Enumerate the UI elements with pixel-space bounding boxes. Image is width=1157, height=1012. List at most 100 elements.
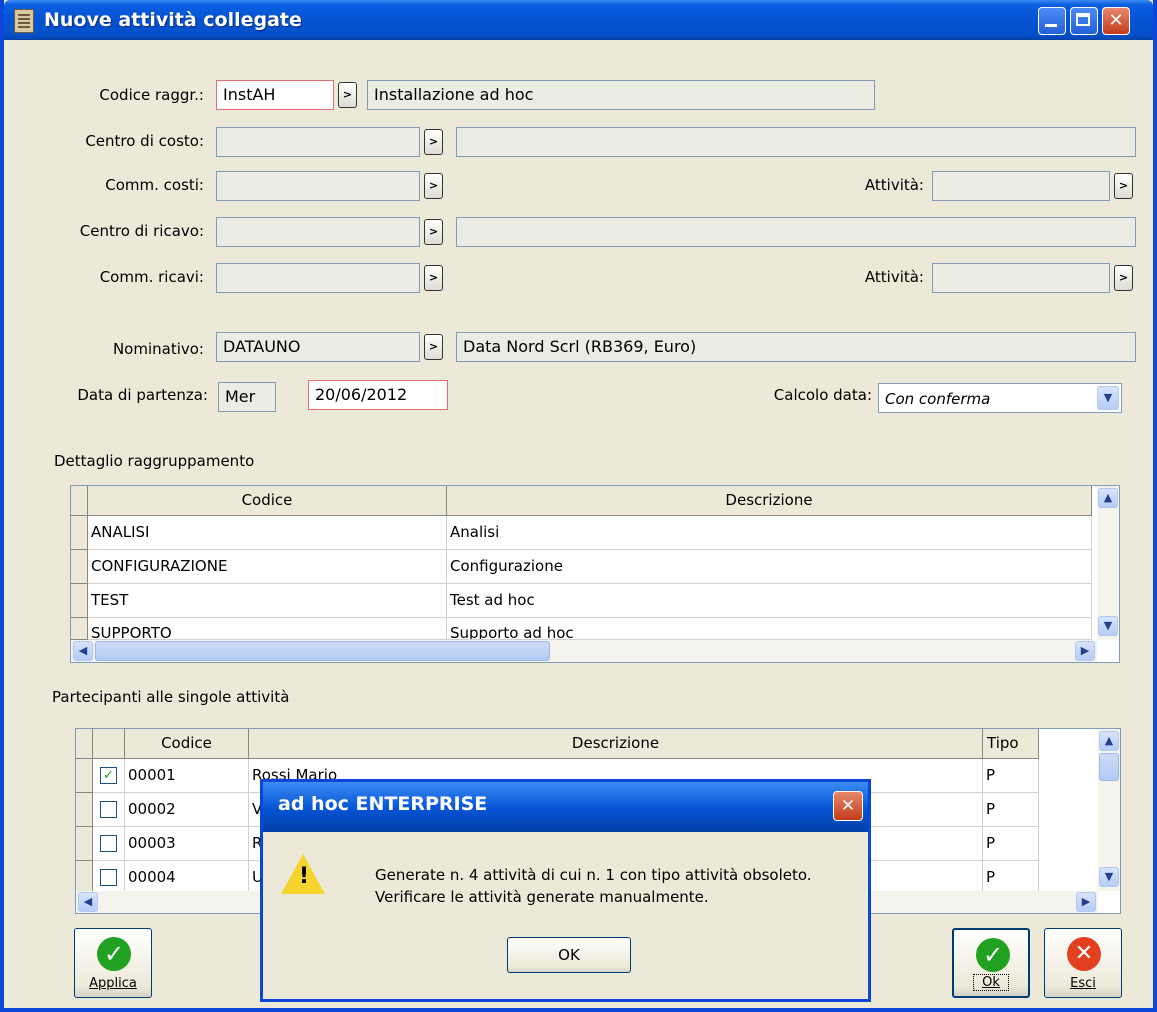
zoom-arrow-icon[interactable]: >	[424, 173, 443, 199]
table-cell[interactable]: 00002	[125, 793, 249, 827]
scroll-up-icon[interactable]: ▲	[1098, 488, 1118, 508]
row-selector[interactable]	[71, 550, 88, 584]
comm-costi-input[interactable]	[216, 171, 420, 201]
row-selector[interactable]	[71, 618, 88, 640]
table-cell[interactable]	[93, 861, 125, 895]
col-header-descrizione[interactable]: Descrizione	[249, 729, 983, 759]
dialog-message-line2: Verificare le attività generate manualme…	[375, 888, 709, 906]
zoom-arrow-icon[interactable]: >	[424, 219, 443, 245]
calcolo-data-label: Calcolo data:	[773, 386, 872, 404]
checkbox[interactable]	[100, 801, 117, 818]
minimize-button[interactable]	[1038, 7, 1066, 35]
table-cell[interactable]: ANALISI	[88, 516, 447, 550]
zoom-arrow-icon[interactable]: >	[1114, 173, 1133, 199]
table-cell[interactable]: P	[983, 861, 1039, 895]
attivita-ricavi-input[interactable]	[932, 263, 1110, 293]
table-cell[interactable]: 00004	[125, 861, 249, 895]
form-icon	[14, 9, 34, 33]
table-cell[interactable]: Test ad hoc	[447, 584, 1092, 618]
dialog-title-bar[interactable]: ad hoc ENTERPRISE ✕	[263, 782, 868, 832]
message-dialog: ad hoc ENTERPRISE ✕ ! Generate n. 4 atti…	[260, 779, 871, 1002]
dialog-title: ad hoc ENTERPRISE	[278, 793, 488, 815]
esci-label: Esci	[1070, 976, 1096, 991]
scroll-thumb[interactable]	[95, 641, 550, 661]
row-selector[interactable]	[76, 793, 93, 827]
centro-ricavo-input[interactable]	[216, 217, 420, 247]
data-partenza-label: Data di partenza:	[77, 386, 208, 404]
col-header-descrizione[interactable]: Descrizione	[447, 486, 1092, 516]
grid-corner	[71, 486, 88, 516]
zoom-arrow-icon[interactable]: >	[424, 334, 443, 360]
scroll-left-icon[interactable]: ◀	[78, 892, 98, 912]
col-header-codice[interactable]: Codice	[125, 729, 249, 759]
row-selector[interactable]	[71, 516, 88, 550]
row-selector[interactable]	[76, 827, 93, 861]
checkbox[interactable]	[100, 835, 117, 852]
zoom-arrow-icon[interactable]: >	[424, 129, 443, 155]
close-button[interactable]: ✕	[1102, 7, 1130, 35]
check-icon: ✓	[97, 937, 131, 971]
table-cell[interactable]: P	[983, 827, 1039, 861]
maximize-button[interactable]	[1070, 7, 1098, 35]
scroll-up-icon[interactable]: ▲	[1099, 731, 1119, 751]
dialog-message: Generate n. 4 attività di cui n. 1 con t…	[375, 864, 812, 908]
scroll-right-icon[interactable]: ▶	[1075, 641, 1095, 661]
table-cell[interactable]: Configurazione	[447, 550, 1092, 584]
grid-corner	[76, 729, 93, 759]
scroll-down-icon[interactable]: ▼	[1098, 616, 1118, 636]
main-window: Nuove attività collegate ✕ Codice raggr.…	[0, 0, 1157, 1012]
table-cell[interactable]: TEST	[88, 584, 447, 618]
applica-button[interactable]: ✓ Applica	[74, 928, 152, 998]
table-cell[interactable]: CONFIGURAZIONE	[88, 550, 447, 584]
table-cell[interactable]: Analisi	[447, 516, 1092, 550]
close-icon[interactable]: ✕	[833, 791, 863, 821]
scroll-left-icon[interactable]: ◀	[73, 641, 93, 661]
chevron-down-icon[interactable]: ▼	[1097, 386, 1119, 410]
zoom-arrow-icon[interactable]: >	[338, 82, 357, 108]
table-cell[interactable]	[93, 793, 125, 827]
zoom-arrow-icon[interactable]: >	[424, 265, 443, 291]
dettaglio-grid: Codice Descrizione ANALISI Analisi CONFI…	[70, 485, 1120, 663]
scroll-right-icon[interactable]: ▶	[1076, 892, 1096, 912]
row-selector[interactable]	[76, 759, 93, 793]
attivita-costi-input[interactable]	[932, 171, 1110, 201]
col-header-check[interactable]	[93, 729, 125, 759]
calcolo-data-select[interactable]: Con conferma ▼	[878, 383, 1122, 413]
centro-costo-input[interactable]	[216, 127, 420, 157]
data-partenza-input[interactable]: 20/06/2012	[308, 380, 448, 410]
nominativo-input[interactable]: DATAUNO	[216, 332, 420, 362]
table-cell[interactable]: ✓	[93, 759, 125, 793]
vertical-scrollbar[interactable]: ▲ ▼	[1097, 486, 1119, 640]
giorno-field: Mer	[218, 382, 276, 412]
attivita-ricavi-label: Attività:	[864, 268, 924, 286]
table-cell[interactable]: SUPPORTO	[88, 618, 447, 640]
ok-button[interactable]: ✓ Ok	[952, 928, 1030, 998]
check-icon: ✓	[976, 938, 1010, 972]
scroll-down-icon[interactable]: ▼	[1099, 867, 1119, 887]
comm-ricavi-label: Comm. ricavi:	[99, 268, 204, 286]
codice-raggr-input[interactable]: InstAH	[216, 80, 334, 110]
dialog-ok-button[interactable]: OK	[507, 937, 631, 973]
applica-label: Applica	[89, 976, 137, 991]
col-header-codice[interactable]: Codice	[88, 486, 447, 516]
row-selector[interactable]	[76, 861, 93, 895]
table-cell[interactable]: 00001	[125, 759, 249, 793]
row-selector[interactable]	[71, 584, 88, 618]
checkbox-checked[interactable]: ✓	[100, 767, 117, 784]
col-header-tipo[interactable]: Tipo	[983, 729, 1039, 759]
table-cell[interactable]: 00003	[125, 827, 249, 861]
esci-button[interactable]: ✕ Esci	[1044, 928, 1122, 998]
table-cell[interactable]: Supporto ad hoc	[447, 618, 1092, 640]
vertical-scrollbar[interactable]: ▲ ▼	[1098, 729, 1120, 891]
comm-ricavi-input[interactable]	[216, 263, 420, 293]
table-cell[interactable]: P	[983, 759, 1039, 793]
table-cell[interactable]: P	[983, 793, 1039, 827]
zoom-arrow-icon[interactable]: >	[1114, 265, 1133, 291]
nominativo-desc: Data Nord Scrl (RB369, Euro)	[456, 332, 1136, 362]
title-bar[interactable]: Nuove attività collegate ✕	[4, 0, 1153, 40]
table-cell[interactable]	[93, 827, 125, 861]
scroll-thumb[interactable]	[1099, 753, 1119, 781]
horizontal-scrollbar[interactable]: ◀ ▶	[71, 640, 1097, 662]
checkbox[interactable]	[100, 869, 117, 886]
codice-raggr-desc: Installazione ad hoc	[367, 80, 875, 110]
